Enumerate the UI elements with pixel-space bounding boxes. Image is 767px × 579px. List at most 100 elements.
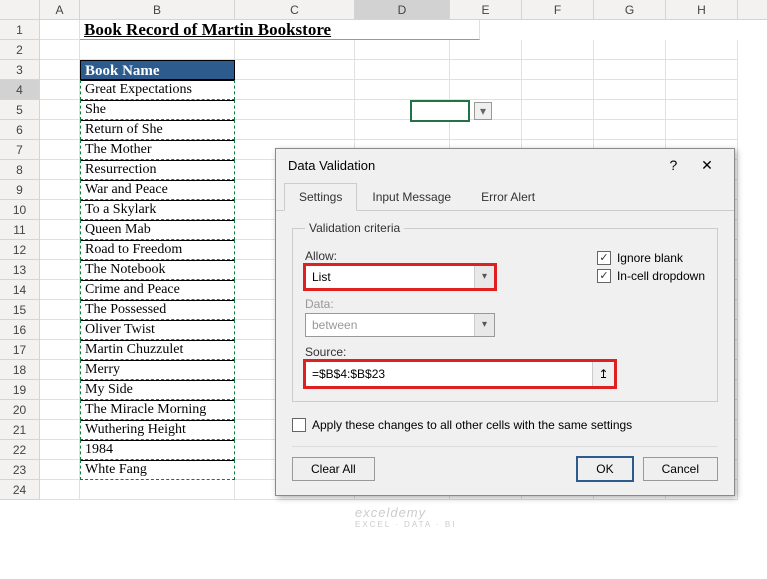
cell[interactable] <box>522 60 594 80</box>
row-header-24[interactable]: 24 <box>0 480 40 500</box>
cell[interactable] <box>355 60 450 80</box>
book-cell[interactable]: The Possessed <box>80 300 235 320</box>
tab-input-message[interactable]: Input Message <box>357 183 466 211</box>
cell[interactable] <box>80 40 235 60</box>
cell[interactable] <box>450 40 522 60</box>
cell[interactable] <box>522 100 594 120</box>
cell[interactable] <box>40 340 80 360</box>
help-button[interactable]: ? <box>658 157 688 173</box>
cell[interactable] <box>235 100 355 120</box>
col-header-F[interactable]: F <box>522 0 594 19</box>
cell[interactable] <box>40 60 80 80</box>
cell[interactable] <box>40 300 80 320</box>
row-header-12[interactable]: 12 <box>0 240 40 260</box>
cell[interactable] <box>235 120 355 140</box>
col-header-C[interactable]: C <box>235 0 355 19</box>
close-button[interactable]: ✕ <box>692 157 722 174</box>
cell[interactable] <box>40 220 80 240</box>
book-cell[interactable]: Great Expectations <box>80 80 235 100</box>
row-header-11[interactable]: 11 <box>0 220 40 240</box>
book-cell[interactable]: Oliver Twist <box>80 320 235 340</box>
book-cell[interactable]: Merry <box>80 360 235 380</box>
cell[interactable] <box>40 200 80 220</box>
cell[interactable] <box>40 100 80 120</box>
row-header-8[interactable]: 8 <box>0 160 40 180</box>
row-header-4[interactable]: 4 <box>0 80 40 100</box>
row-header-17[interactable]: 17 <box>0 340 40 360</box>
cell[interactable] <box>450 80 522 100</box>
row-header-16[interactable]: 16 <box>0 320 40 340</box>
book-cell[interactable]: Martin Chuzzulet <box>80 340 235 360</box>
cell[interactable] <box>40 380 80 400</box>
cell[interactable] <box>40 480 80 500</box>
cell[interactable] <box>40 280 80 300</box>
book-cell[interactable]: Wuthering Height <box>80 420 235 440</box>
cell[interactable] <box>666 120 738 140</box>
cell[interactable] <box>40 180 80 200</box>
cell[interactable] <box>666 80 738 100</box>
cell[interactable] <box>235 80 355 100</box>
book-cell[interactable]: 1984 <box>80 440 235 460</box>
cell[interactable] <box>355 80 450 100</box>
cell[interactable] <box>40 160 80 180</box>
allow-select[interactable]: List ▾ <box>305 265 495 289</box>
row-header-23[interactable]: 23 <box>0 460 40 480</box>
cell[interactable] <box>40 440 80 460</box>
select-all-corner[interactable] <box>0 0 40 19</box>
cell[interactable] <box>522 80 594 100</box>
cell[interactable] <box>666 60 738 80</box>
cell[interactable] <box>40 420 80 440</box>
row-header-5[interactable]: 5 <box>0 100 40 120</box>
book-cell[interactable]: The Notebook <box>80 260 235 280</box>
col-header-E[interactable]: E <box>450 0 522 19</box>
cell[interactable] <box>80 480 235 500</box>
row-header-2[interactable]: 2 <box>0 40 40 60</box>
source-input[interactable]: =$B$4:$B$23 ↥ <box>305 361 615 387</box>
row-header-7[interactable]: 7 <box>0 140 40 160</box>
col-header-G[interactable]: G <box>594 0 666 19</box>
dialog-titlebar[interactable]: Data Validation ? ✕ <box>276 149 734 182</box>
cell[interactable] <box>522 120 594 140</box>
cell[interactable] <box>40 40 80 60</box>
tab-error-alert[interactable]: Error Alert <box>466 183 550 211</box>
cell[interactable] <box>522 40 594 60</box>
book-cell[interactable]: Whte Fang <box>80 460 235 480</box>
row-header-22[interactable]: 22 <box>0 440 40 460</box>
book-cell[interactable]: War and Peace <box>80 180 235 200</box>
cell[interactable] <box>40 80 80 100</box>
cell[interactable] <box>40 320 80 340</box>
book-cell[interactable]: Road to Freedom <box>80 240 235 260</box>
book-cell[interactable]: The Mother <box>80 140 235 160</box>
row-header-3[interactable]: 3 <box>0 60 40 80</box>
cell[interactable] <box>40 120 80 140</box>
active-cell[interactable] <box>410 100 470 122</box>
col-header-A[interactable]: A <box>40 0 80 19</box>
row-header-18[interactable]: 18 <box>0 360 40 380</box>
book-cell[interactable]: My Side <box>80 380 235 400</box>
book-cell[interactable]: Return of She <box>80 120 235 140</box>
book-cell[interactable]: The Miracle Morning <box>80 400 235 420</box>
row-header-9[interactable]: 9 <box>0 180 40 200</box>
book-cell[interactable]: She <box>80 100 235 120</box>
ignore-blank-checkbox[interactable]: ✓ <box>597 251 611 265</box>
page-title[interactable]: Book Record of Martin Bookstore <box>80 20 480 40</box>
row-header-6[interactable]: 6 <box>0 120 40 140</box>
cell[interactable] <box>235 40 355 60</box>
cell[interactable] <box>235 60 355 80</box>
col-header-H[interactable]: H <box>666 0 738 19</box>
cell[interactable] <box>594 100 666 120</box>
row-header-15[interactable]: 15 <box>0 300 40 320</box>
book-cell[interactable]: Crime and Peace <box>80 280 235 300</box>
cell[interactable] <box>40 20 80 40</box>
cell[interactable] <box>40 460 80 480</box>
cell[interactable] <box>450 60 522 80</box>
cell[interactable] <box>355 40 450 60</box>
cell[interactable] <box>594 80 666 100</box>
cell[interactable] <box>355 120 450 140</box>
table-header[interactable]: Book Name <box>80 60 235 80</box>
row-header-13[interactable]: 13 <box>0 260 40 280</box>
cell[interactable] <box>594 120 666 140</box>
row-header-14[interactable]: 14 <box>0 280 40 300</box>
cell[interactable] <box>40 260 80 280</box>
ok-button[interactable]: OK <box>577 457 632 481</box>
